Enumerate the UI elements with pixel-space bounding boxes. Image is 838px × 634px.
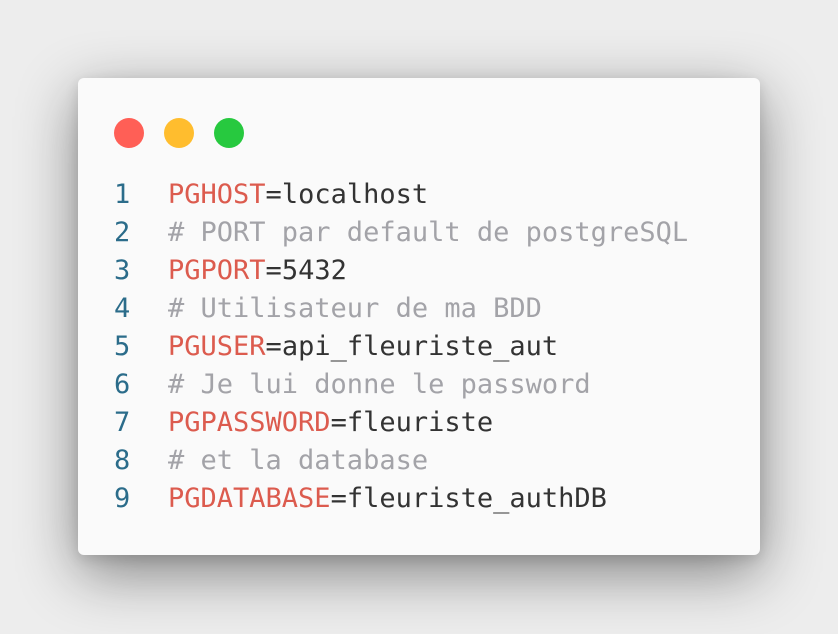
line-content: PGUSER=api_fleuriste_aut [168, 328, 558, 366]
code-line: 1 PGHOST=localhost [114, 176, 740, 214]
line-number: 6 [114, 369, 131, 400]
line-number: 3 [114, 255, 131, 286]
env-value: fleuriste [346, 407, 494, 438]
code-line: 3 PGPORT=5432 [114, 252, 740, 290]
env-key: PGHOST [168, 179, 266, 210]
window-controls [114, 118, 244, 148]
line-number: 5 [114, 331, 131, 362]
line-number: 9 [114, 483, 131, 514]
code-line: 5 PGUSER=api_fleuriste_aut [114, 328, 740, 366]
line-number: 7 [114, 407, 131, 438]
line-content: PGPORT=5432 [168, 252, 347, 290]
line-number: 4 [114, 293, 131, 324]
code-line: 9 PGDATABASE=fleuriste_authDB [114, 480, 740, 518]
close-dot[interactable] [114, 118, 144, 148]
line-content: PGDATABASE=fleuriste_authDB [168, 480, 607, 518]
comment-text: # Je lui donne le password [168, 369, 591, 400]
comment-text: # Utilisateur de ma BDD [168, 293, 542, 324]
equals-sign: = [265, 331, 282, 362]
env-key: PGUSER [168, 331, 266, 362]
comment-text: # PORT par default de postgreSQL [168, 217, 689, 248]
env-key: PGDATABASE [168, 483, 331, 514]
equals-sign: = [330, 407, 347, 438]
maximize-dot[interactable] [214, 118, 244, 148]
line-number: 1 [114, 179, 131, 210]
env-key: PGPASSWORD [168, 407, 331, 438]
line-number: 2 [114, 217, 131, 248]
code-line: 8 # et la database [114, 442, 740, 480]
code-line: 6 # Je lui donne le password [114, 366, 740, 404]
env-value: 5432 [281, 255, 347, 286]
code-line: 4 # Utilisateur de ma BDD [114, 290, 740, 328]
line-content: PGPASSWORD=fleuriste [168, 404, 493, 442]
env-value: api_fleuriste_aut [281, 331, 559, 362]
equals-sign: = [330, 483, 347, 514]
env-value: fleuriste_authDB [346, 483, 607, 514]
env-key: PGPORT [168, 255, 266, 286]
code-line: 7 PGPASSWORD=fleuriste [114, 404, 740, 442]
equals-sign: = [265, 255, 282, 286]
comment-text: # et la database [168, 445, 429, 476]
code-line: 2 # PORT par default de postgreSQL [114, 214, 740, 252]
line-number: 8 [114, 445, 131, 476]
line-content: PGHOST=localhost [168, 176, 428, 214]
code-window: 1 PGHOST=localhost 2 # PORT par default … [78, 78, 760, 555]
equals-sign: = [265, 179, 282, 210]
env-value: localhost [281, 179, 429, 210]
minimize-dot[interactable] [164, 118, 194, 148]
code-block: 1 PGHOST=localhost 2 # PORT par default … [114, 176, 740, 518]
